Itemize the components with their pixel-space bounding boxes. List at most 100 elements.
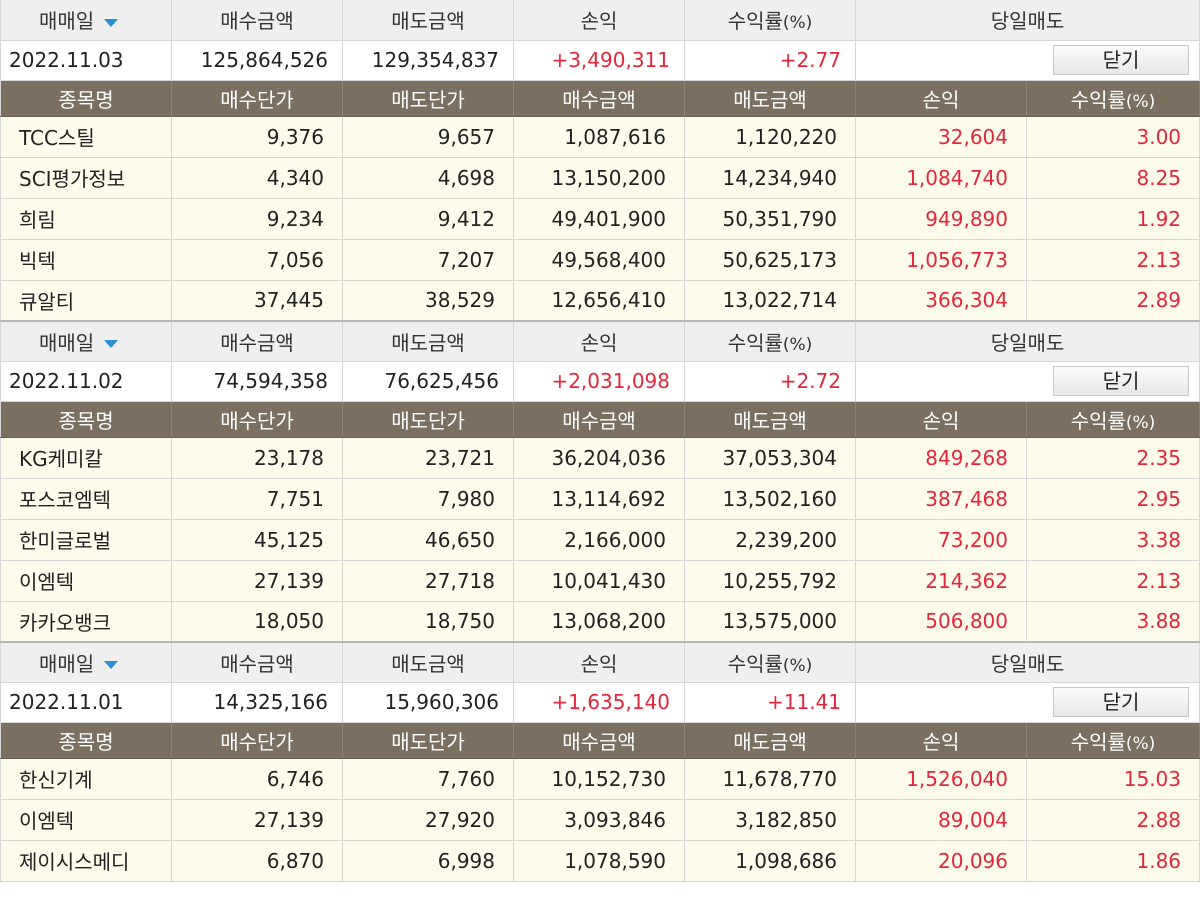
stock-buy-price: 45,125: [171, 519, 343, 561]
close-button[interactable]: 닫기: [1053, 45, 1190, 75]
stock-sell-price: 18,750: [342, 601, 514, 643]
stock-pnl: 1,526,040: [855, 758, 1027, 800]
pnl-header: 손익: [513, 0, 685, 41]
stock-name: 큐알티: [0, 280, 172, 322]
sell-amount-header: 매도금액: [342, 0, 514, 41]
total-sell-amount: 129,354,837: [342, 40, 514, 81]
stock-row[interactable]: SCI평가정보 4,340 4,698 13,150,200 14,234,94…: [0, 157, 1200, 199]
stock-name: 희림: [0, 198, 172, 240]
date-sort-header[interactable]: 매매일: [0, 320, 172, 362]
stock-return: 2.13: [1026, 239, 1200, 281]
stock-sell-price: 38,529: [342, 280, 514, 322]
stock-sell-amount: 3,182,850: [684, 799, 856, 841]
stock-name: 한미글로벌: [0, 519, 172, 561]
trade-date: 2022.11.03: [0, 40, 172, 81]
stock-name: 포스코엠텍: [0, 478, 172, 520]
total-pnl: +1,635,140: [513, 682, 685, 723]
stock-row[interactable]: KG케미칼 23,178 23,721 36,204,036 37,053,30…: [0, 437, 1200, 479]
stock-buy-price: 7,056: [171, 239, 343, 281]
stock-row[interactable]: 포스코엠텍 7,751 7,980 13,114,692 13,502,160 …: [0, 478, 1200, 520]
detail-buy-amount-header: 매수금액: [513, 722, 685, 759]
stock-pnl: 214,362: [855, 560, 1027, 602]
stock-sell-amount: 50,351,790: [684, 198, 856, 240]
stock-name: 빅텍: [0, 239, 172, 281]
day-sell-cell: 닫기: [855, 40, 1200, 81]
detail-sell-amount-header: 매도금액: [684, 401, 856, 438]
stock-buy-price: 9,376: [171, 116, 343, 158]
stock-sell-price: 27,718: [342, 560, 514, 602]
stock-pnl: 1,084,740: [855, 157, 1027, 199]
stock-row[interactable]: 한신기계 6,746 7,760 10,152,730 11,678,770 1…: [0, 758, 1200, 800]
stock-sell-price: 27,920: [342, 799, 514, 841]
close-button[interactable]: 닫기: [1053, 687, 1190, 717]
detail-header-row: 종목명 매수단가 매도단가 매수금액 매도금액 손익 수익률(%): [0, 401, 1200, 438]
stock-pnl: 366,304: [855, 280, 1027, 322]
stock-sell-price: 9,412: [342, 198, 514, 240]
return-header: 수익률(%): [684, 0, 856, 41]
stock-sell-price: 7,207: [342, 239, 514, 281]
stock-buy-amount: 1,087,616: [513, 116, 685, 158]
day-summary-row: 2022.11.02 74,594,358 76,625,456 +2,031,…: [0, 361, 1200, 402]
stock-row[interactable]: 큐알티 37,445 38,529 12,656,410 13,022,714 …: [0, 280, 1200, 322]
total-return: +2.77: [684, 40, 856, 81]
total-return: +11.41: [684, 682, 856, 723]
buy-amount-header: 매수금액: [171, 0, 343, 41]
buy-price-header: 매수단가: [171, 401, 343, 438]
stock-row[interactable]: 이엠텍 27,139 27,718 10,041,430 10,255,792 …: [0, 560, 1200, 602]
stock-pnl: 387,468: [855, 478, 1027, 520]
pnl-header: 손익: [513, 641, 685, 683]
stock-sell-amount: 1,120,220: [684, 116, 856, 158]
stock-sell-amount: 2,239,200: [684, 519, 856, 561]
stock-pnl: 89,004: [855, 799, 1027, 841]
stock-return: 1.86: [1026, 840, 1200, 882]
stock-name-header: 종목명: [0, 80, 172, 117]
stock-row[interactable]: 한미글로벌 45,125 46,650 2,166,000 2,239,200 …: [0, 519, 1200, 561]
detail-return-header: 수익률(%): [1026, 722, 1200, 759]
stock-row[interactable]: TCC스틸 9,376 9,657 1,087,616 1,120,220 32…: [0, 116, 1200, 158]
sort-down-arrow-icon[interactable]: [104, 661, 119, 670]
trade-history-table: 매매일 매수금액 매도금액 손익 수익률(%) 당일매도 2022.11.03 …: [0, 0, 1200, 882]
stock-return: 3.38: [1026, 519, 1200, 561]
stock-buy-amount: 13,150,200: [513, 157, 685, 199]
detail-buy-amount-header: 매수금액: [513, 401, 685, 438]
stock-sell-price: 7,980: [342, 478, 514, 520]
stock-sell-amount: 13,022,714: [684, 280, 856, 322]
stock-sell-amount: 14,234,940: [684, 157, 856, 199]
stock-buy-price: 9,234: [171, 198, 343, 240]
detail-sell-amount-header: 매도금액: [684, 722, 856, 759]
stock-buy-amount: 2,166,000: [513, 519, 685, 561]
sort-down-arrow-icon[interactable]: [104, 340, 119, 349]
stock-sell-amount: 50,625,173: [684, 239, 856, 281]
stock-row[interactable]: 제이시스메디 6,870 6,998 1,078,590 1,098,686 2…: [0, 840, 1200, 882]
return-header: 수익률(%): [684, 641, 856, 683]
stock-buy-amount: 1,078,590: [513, 840, 685, 882]
day-sell-header: 당일매도: [855, 320, 1200, 362]
detail-header-row: 종목명 매수단가 매도단가 매수금액 매도금액 손익 수익률(%): [0, 722, 1200, 759]
stock-row[interactable]: 이엠텍 27,139 27,920 3,093,846 3,182,850 89…: [0, 799, 1200, 841]
total-buy-amount: 74,594,358: [171, 361, 343, 402]
stock-name: 카카오뱅크: [0, 601, 172, 643]
date-header-label: 매매일: [39, 651, 95, 676]
summary-header-row: 매매일 매수금액 매도금액 손익 수익률(%) 당일매도: [0, 320, 1200, 362]
stock-name: SCI평가정보: [0, 157, 172, 199]
summary-header-row: 매매일 매수금액 매도금액 손익 수익률(%) 당일매도: [0, 0, 1200, 41]
stock-name-header: 종목명: [0, 722, 172, 759]
stock-buy-amount: 12,656,410: [513, 280, 685, 322]
stock-buy-amount: 49,568,400: [513, 239, 685, 281]
date-sort-header[interactable]: 매매일: [0, 0, 172, 41]
date-sort-header[interactable]: 매매일: [0, 641, 172, 683]
stock-sell-amount: 13,575,000: [684, 601, 856, 643]
stock-row[interactable]: 희림 9,234 9,412 49,401,900 50,351,790 949…: [0, 198, 1200, 240]
day-summary-row: 2022.11.01 14,325,166 15,960,306 +1,635,…: [0, 682, 1200, 723]
buy-price-header: 매수단가: [171, 722, 343, 759]
close-button[interactable]: 닫기: [1053, 366, 1190, 396]
sort-down-arrow-icon[interactable]: [104, 18, 119, 27]
stock-return: 3.00: [1026, 116, 1200, 158]
stock-buy-amount: 10,152,730: [513, 758, 685, 800]
stock-row[interactable]: 카카오뱅크 18,050 18,750 13,068,200 13,575,00…: [0, 601, 1200, 643]
buy-amount-header: 매수금액: [171, 641, 343, 683]
stock-return: 2.89: [1026, 280, 1200, 322]
stock-buy-price: 4,340: [171, 157, 343, 199]
day-summary-row: 2022.11.03 125,864,526 129,354,837 +3,49…: [0, 40, 1200, 81]
stock-row[interactable]: 빅텍 7,056 7,207 49,568,400 50,625,173 1,0…: [0, 239, 1200, 281]
